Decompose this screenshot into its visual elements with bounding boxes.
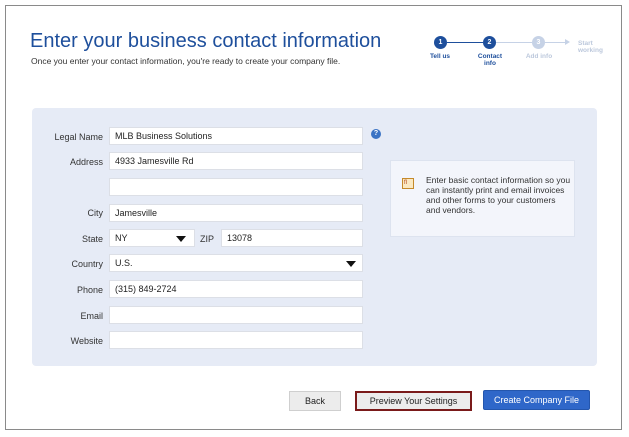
state-select-value: NY — [115, 233, 128, 243]
help-icon[interactable]: ? — [371, 129, 381, 139]
country-select[interactable]: U.S. — [109, 254, 363, 272]
step-connector — [447, 42, 483, 43]
page-subtitle: Once you enter your contact information,… — [31, 56, 341, 66]
step-2-label: Contact info — [477, 53, 503, 67]
step-3-label: Add info — [525, 53, 553, 60]
info-tip-box: fl Enter basic contact information so yo… — [390, 160, 575, 237]
info-tip-text: Enter basic contact information so you c… — [426, 175, 571, 215]
phone-label: Phone — [76, 285, 103, 295]
zip-label: ZIP — [199, 234, 214, 244]
country-select-value: U.S. — [115, 258, 133, 268]
city-label: City — [87, 208, 104, 218]
step-connector — [496, 42, 532, 43]
step-arrow-icon — [565, 39, 570, 45]
address-line1-input[interactable] — [109, 152, 363, 170]
page-title: Enter your business contact information — [30, 30, 382, 52]
preview-settings-button[interactable]: Preview Your Settings — [355, 391, 472, 411]
phone-input[interactable] — [109, 280, 363, 298]
back-button[interactable]: Back — [289, 391, 341, 411]
email-input[interactable] — [109, 306, 363, 324]
progress-steps: 1 2 3 Tell us Contact info Add info Star… — [430, 36, 614, 76]
step-1-label: Tell us — [429, 53, 451, 60]
address-label: Address — [69, 157, 103, 167]
step-2-circle: 2 — [483, 36, 496, 49]
website-label: Website — [70, 336, 103, 346]
legal-name-label: Legal Name — [54, 132, 103, 142]
create-company-file-button[interactable]: Create Company File — [483, 390, 590, 410]
step-4-label: Start working — [578, 40, 603, 54]
website-input[interactable] — [109, 331, 363, 349]
city-input[interactable] — [109, 204, 363, 222]
country-label: Country — [71, 259, 103, 269]
email-label: Email — [80, 311, 103, 321]
address-line2-input[interactable] — [109, 178, 363, 196]
zip-input[interactable] — [221, 229, 363, 247]
step-connector — [545, 42, 565, 43]
step-1-circle: 1 — [434, 36, 447, 49]
chevron-down-icon — [346, 261, 356, 267]
state-label: State — [81, 234, 103, 244]
legal-name-input[interactable] — [109, 127, 363, 145]
step-3-circle: 3 — [532, 36, 545, 49]
invoice-icon: fl — [402, 178, 414, 189]
